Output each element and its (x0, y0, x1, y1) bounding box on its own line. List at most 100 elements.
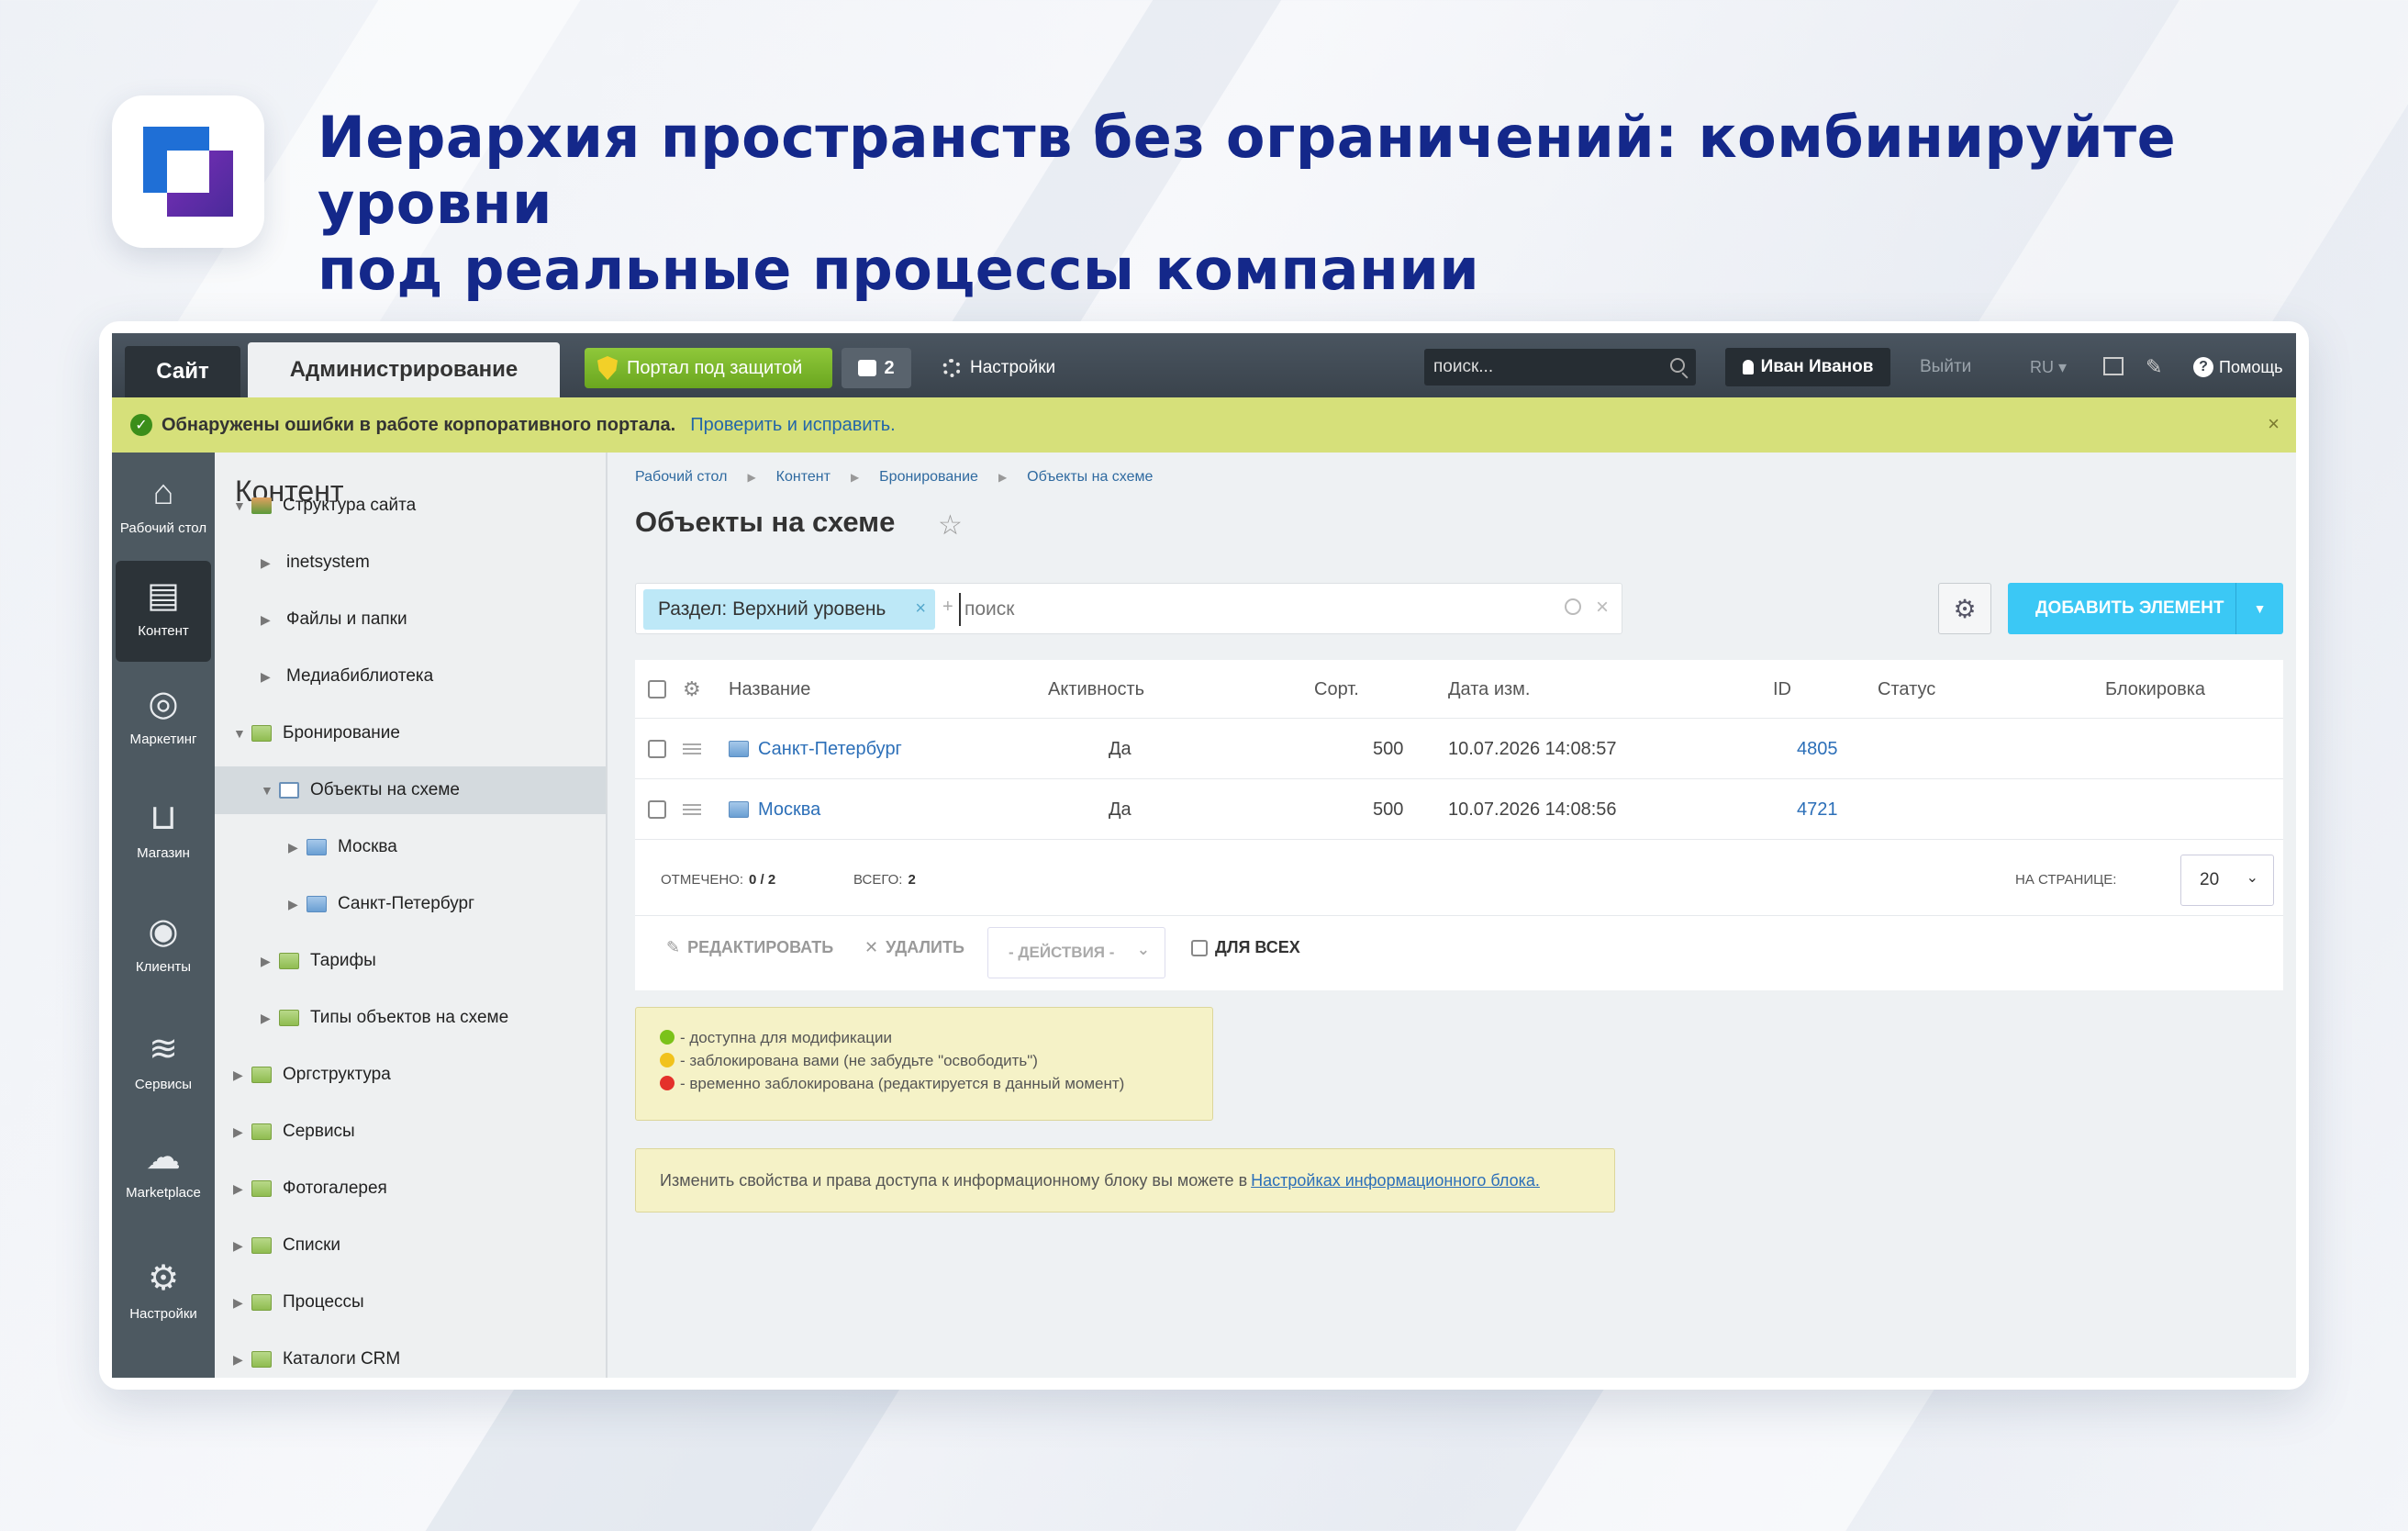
fix-errors-link[interactable]: Проверить и исправить. (690, 415, 896, 436)
tree-item[interactable]: ▶ Москва (215, 823, 606, 871)
chevron-right-icon[interactable]: ▶ (233, 1352, 246, 1368)
tree-item[interactable]: ▼ Бронирование (215, 710, 606, 757)
pin-icon[interactable]: ✎ (2146, 355, 2162, 379)
window-icon[interactable] (2103, 357, 2124, 375)
chevron-down-icon[interactable]: ▼ (261, 783, 273, 798)
close-icon[interactable]: × (915, 598, 926, 620)
tree-item[interactable]: ▶ inetsystem (215, 539, 606, 587)
table-row[interactable]: Санкт-Петербург Да 500 10.07.2026 14:08:… (635, 719, 2283, 779)
user-menu[interactable]: Иван Иванов (1725, 348, 1890, 386)
breadcrumb-item[interactable]: Контент (776, 469, 831, 486)
row-name[interactable]: Санкт-Петербург (758, 739, 902, 760)
filter-chip[interactable]: Раздел: Верхний уровень × (643, 589, 935, 630)
row-id[interactable]: 4721 (1797, 779, 1838, 840)
chevron-right-icon[interactable]: ▶ (233, 1238, 246, 1254)
column-status[interactable]: Статус (1878, 660, 1935, 719)
breadcrumb-item[interactable]: Бронирование (879, 469, 978, 486)
chevron-right-icon[interactable]: ▶ (261, 612, 273, 628)
delete-button[interactable]: ✕ УДАЛИТЬ (864, 938, 964, 957)
chevron-down-icon[interactable]: ▼ (233, 498, 246, 513)
row-menu-icon[interactable] (683, 743, 701, 754)
chevron-right-icon[interactable]: ▶ (261, 555, 273, 571)
actions-dropdown[interactable]: - ДЕЙСТВИЯ - ⌄ (987, 927, 1165, 978)
column-name[interactable]: Название (729, 660, 810, 719)
add-filter-icon[interactable]: + (942, 597, 953, 618)
tree-item[interactable]: ▶ Файлы и папки (215, 596, 606, 643)
add-element-button[interactable]: ДОБАВИТЬ ЭЛЕМЕНТ ▼ (2008, 583, 2283, 634)
tree-item[interactable]: ▶ Списки (215, 1222, 606, 1269)
global-search-input[interactable]: поиск... (1424, 349, 1696, 386)
breadcrumb: Рабочий стол ▶ Контент ▶ Бронирование ▶ Объ… (635, 469, 1153, 486)
gear-icon[interactable]: ⚙ (683, 660, 701, 719)
chevron-right-icon[interactable]: ▶ (261, 954, 273, 969)
nav-home[interactable]: ⌂ Рабочий стол (112, 458, 215, 559)
tree-item[interactable]: ▶ Санкт-Петербург (215, 880, 606, 928)
breadcrumb-item[interactable]: Объекты на схеме (1027, 469, 1153, 486)
nav-marketplace[interactable]: ☁ Marketplace (112, 1123, 215, 1224)
tree-item-label: Типы объектов на схеме (310, 1008, 509, 1027)
column-id[interactable]: ID (1773, 660, 1791, 719)
tab-administration[interactable]: Администрирование (248, 342, 560, 397)
iblock-settings-link[interactable]: Настройках информационного блока. (1251, 1171, 1540, 1190)
nav-services[interactable]: ≋ Сервисы (112, 1014, 215, 1115)
filter-search-input[interactable] (959, 593, 1528, 626)
for-all-checkbox-box[interactable] (1191, 939, 1208, 956)
nav-content[interactable]: ▤ Контент (116, 561, 211, 662)
column-lock[interactable]: Блокировка (2105, 660, 2205, 719)
note-text: Изменить свойства и права доступа к инфо… (660, 1170, 1248, 1190)
tree-item[interactable]: ▶ Фотогалерея (215, 1165, 606, 1213)
breadcrumb-item[interactable]: Рабочий стол (635, 469, 727, 486)
edit-button[interactable]: ✎ РЕДАКТИРОВАТЬ (666, 938, 833, 957)
perpage-select[interactable]: 20 ⌄ (2180, 855, 2274, 906)
chevron-right-icon[interactable]: ▶ (261, 669, 273, 685)
for-all-checkbox[interactable]: ДЛЯ ВСЕХ (1191, 938, 1300, 957)
folder-icon (251, 725, 272, 742)
chevron-right-icon[interactable]: ▶ (233, 1181, 246, 1197)
settings-link[interactable]: Настройки (942, 348, 1055, 388)
chevron-down-icon[interactable]: ▼ (2235, 583, 2283, 634)
help-link[interactable]: ? Помощь (2193, 348, 2283, 386)
tree-item[interactable]: ▼ Объекты на схеме (215, 766, 606, 814)
row-id[interactable]: 4805 (1797, 719, 1838, 779)
chevron-right-icon[interactable]: ▶ (288, 840, 301, 855)
tree-item[interactable]: ▶ Тарифы (215, 937, 606, 985)
nav-marketing[interactable]: ◎ Маркетинг (112, 669, 215, 770)
column-sort[interactable]: Сорт. (1314, 660, 1359, 719)
chevron-right-icon[interactable]: ▶ (233, 1295, 246, 1311)
search-icon[interactable] (1565, 598, 1581, 615)
language-selector[interactable]: RU ▾ (2030, 348, 2067, 386)
notifications-button[interactable]: 2 (842, 348, 911, 388)
select-all-checkbox[interactable] (648, 680, 666, 698)
tree-item[interactable]: ▶ Каталоги CRM (215, 1335, 606, 1378)
nav-clients[interactable]: ◉ Клиенты (112, 897, 215, 998)
portal-protected-button[interactable]: Портал под защитой (585, 348, 832, 388)
tree-item[interactable]: ▶ Типы объектов на схеме (215, 994, 606, 1042)
star-icon[interactable]: ☆ (938, 509, 963, 542)
tree-item[interactable]: ▼ Структура сайта (215, 482, 606, 530)
search-icon[interactable] (1670, 358, 1685, 373)
filter-bar[interactable]: Раздел: Верхний уровень × + × (635, 583, 1622, 634)
chevron-right-icon[interactable]: ▶ (261, 1011, 273, 1026)
chevron-down-icon[interactable]: ▼ (233, 726, 246, 741)
close-icon[interactable]: × (2268, 412, 2280, 436)
logout-link[interactable]: Выйти (1920, 348, 1971, 386)
nav-settings[interactable]: ⚙ Настройки (112, 1244, 215, 1345)
row-menu-icon[interactable] (683, 804, 701, 815)
tree-item[interactable]: ▶ Оргструктура (215, 1051, 606, 1099)
tree-item[interactable]: ▶ Сервисы (215, 1108, 606, 1156)
row-checkbox[interactable] (648, 800, 666, 819)
clear-icon[interactable]: × (1596, 595, 1609, 620)
tab-site[interactable]: Сайт (125, 346, 240, 397)
row-name[interactable]: Москва (758, 799, 820, 821)
chevron-right-icon[interactable]: ▶ (288, 897, 301, 912)
nav-shop[interactable]: ⊔ Магазин (112, 783, 215, 884)
tree-item[interactable]: ▶ Медиабиблиотека (215, 653, 606, 700)
column-date[interactable]: Дата изм. (1448, 660, 1531, 719)
tree-item[interactable]: ▶ Процессы (215, 1279, 606, 1326)
grid-settings-button[interactable]: ⚙ (1938, 583, 1991, 634)
column-active[interactable]: Активность (1048, 660, 1144, 719)
row-checkbox[interactable] (648, 740, 666, 758)
table-row[interactable]: Москва Да 500 10.07.2026 14:08:56 4721 (635, 779, 2283, 840)
chevron-right-icon[interactable]: ▶ (233, 1124, 246, 1140)
chevron-right-icon[interactable]: ▶ (233, 1067, 246, 1083)
